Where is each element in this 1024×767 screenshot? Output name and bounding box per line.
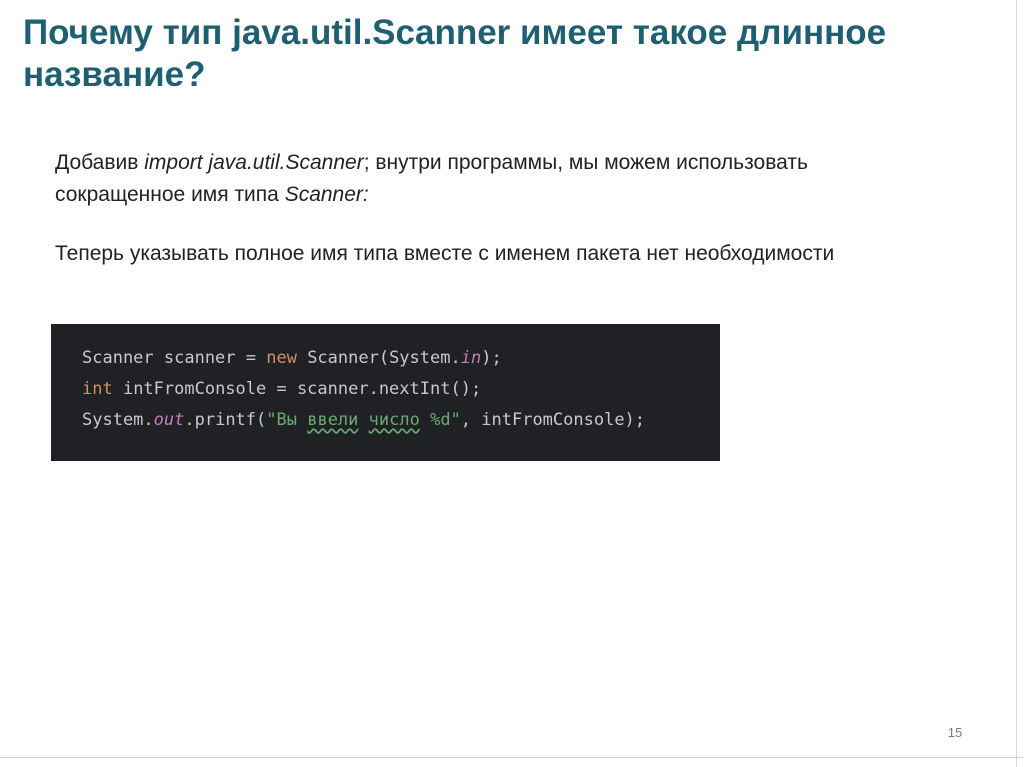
code-line-3: System.out.printf("Вы ввели число %d", i… — [82, 405, 720, 436]
paragraph-import-text-1: Добавив — [55, 151, 145, 174]
scanner-type-name: Scanner: — [284, 183, 369, 206]
code-text: System. — [82, 410, 154, 430]
code-block: Scanner scanner = new Scanner(System.in)… — [51, 324, 720, 461]
slide: Почему тип java.util.Scanner имеет такое… — [0, 0, 1024, 767]
code-text: Scanner(System. — [296, 348, 461, 368]
code-string: %d" — [419, 410, 461, 430]
code-line-1: Scanner scanner = new Scanner(System.in)… — [82, 343, 720, 374]
code-line-2: int intFromConsole = scanner.nextInt(); — [82, 374, 720, 405]
slide-border-bottom — [0, 757, 1024, 758]
import-statement: import java.util.Scanner — [144, 151, 364, 174]
code-text: .printf( — [184, 410, 267, 430]
code-string: "Вы — [266, 410, 308, 430]
code-text: , intFromConsole); — [460, 410, 646, 430]
page-number: 15 — [947, 725, 963, 740]
code-text: ); — [481, 348, 502, 368]
code-string-typo: число — [368, 410, 420, 430]
code-string — [358, 410, 368, 430]
slide-title: Почему тип java.util.Scanner имеет такое… — [23, 13, 887, 94]
paragraph-no-package: Теперь указывать полное имя типа вместе … — [55, 242, 835, 265]
code-keyword-int: int — [82, 379, 113, 399]
slide-border-right — [1016, 0, 1017, 767]
code-text: intFromConsole = scanner.nextInt(); — [112, 379, 482, 399]
code-field-in: in — [460, 348, 482, 368]
paragraph-import: Добавив import java.util.Scanner; внутри… — [55, 147, 855, 211]
code-text: Scanner scanner = — [82, 348, 267, 368]
code-string-typo: ввели — [307, 410, 359, 430]
code-field-out: out — [153, 410, 185, 430]
code-keyword-new: new — [266, 348, 297, 368]
